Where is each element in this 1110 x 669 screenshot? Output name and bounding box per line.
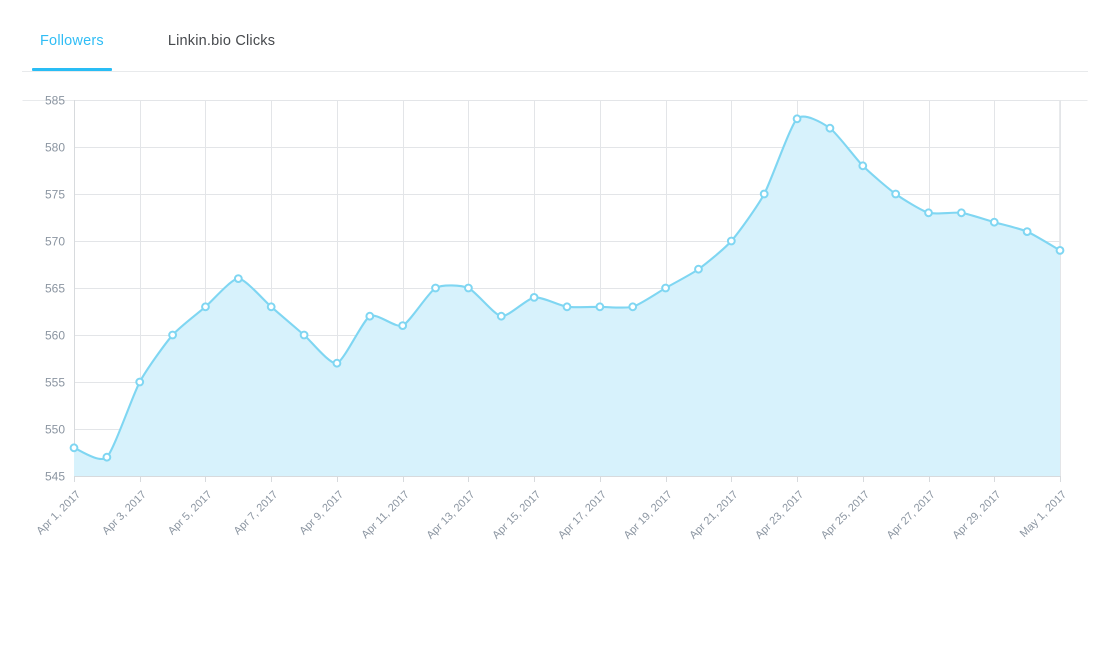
data-point-marker[interactable]	[135, 377, 145, 387]
data-point-marker[interactable]	[299, 330, 309, 340]
x-axis-tick-label: Apr 29, 2017	[950, 489, 1003, 542]
x-axis-tick-label: Apr 19, 2017	[622, 489, 675, 542]
data-point-marker[interactable]	[431, 283, 440, 293]
tab-followers-label: Followers	[40, 33, 104, 49]
tab-linkinbio-clicks-label: Linkin.bio Clicks	[167, 33, 276, 49]
tab-linkinbio-clicks[interactable]: Linkin.bio Clicks	[150, 18, 293, 71]
data-point-marker[interactable]	[957, 208, 966, 218]
data-point-marker[interactable]	[464, 283, 473, 293]
x-axis-tick-label: Apr 9, 2017	[297, 489, 346, 538]
data-point-marker[interactable]	[496, 311, 506, 321]
tab-spacer	[122, 18, 150, 19]
data-point-marker[interactable]	[233, 274, 243, 284]
data-point-marker[interactable]	[759, 189, 769, 199]
x-axis-tick-label: Apr 13, 2017	[424, 489, 477, 542]
y-axis-tick-label: 575	[45, 188, 65, 202]
followers-chart-page: Followers Linkin.bio Clicks 545 550 555 560…	[0, 0, 1110, 669]
chart-tab-bar: Followers Linkin.bio Clicks	[22, 18, 1088, 72]
data-point-marker[interactable]	[201, 302, 210, 312]
followers-area-chart[interactable]: 545 550 555 560 565 570 575 580 585 Apr 1, 2017 Ap…	[22, 86, 1088, 556]
data-point-marker[interactable]	[102, 452, 112, 462]
data-point-marker[interactable]	[1055, 246, 1065, 255]
tab-followers[interactable]: Followers	[22, 18, 122, 71]
data-point-marker[interactable]	[1022, 227, 1032, 237]
data-point-marker[interactable]	[825, 123, 835, 133]
data-point-marker[interactable]	[562, 302, 572, 312]
y-axis-tick-label: 580	[45, 141, 65, 155]
data-point-marker[interactable]	[858, 161, 868, 171]
y-axis-tick-label: 545	[45, 470, 65, 484]
y-axis-tick-label: 570	[45, 235, 65, 249]
data-point-marker[interactable]	[924, 208, 933, 218]
data-point-marker[interactable]	[332, 358, 342, 368]
chart-canvas: 545 550 555 560 565 570 575 580 585 Apr 1, 2017 Ap…	[22, 94, 1088, 542]
data-point-marker[interactable]	[792, 114, 802, 124]
x-axis-tick-label: Apr 1, 2017	[34, 489, 83, 538]
y-axis-tick-label: 550	[45, 423, 65, 437]
y-axis-tick-label: 560	[45, 329, 65, 343]
x-axis-tick-label: Apr 23, 2017	[753, 489, 806, 542]
x-axis-tick-label: Apr 3, 2017	[100, 489, 149, 538]
x-axis-tick-label: Apr 7, 2017	[232, 489, 281, 538]
x-axis-tick-label: Apr 11, 2017	[359, 489, 411, 541]
data-point-marker[interactable]	[595, 302, 605, 312]
data-point-marker[interactable]	[266, 302, 276, 312]
y-axis-tick-label: 555	[45, 376, 65, 390]
x-axis-tick-label: Apr 25, 2017	[819, 489, 872, 542]
data-point-marker[interactable]	[69, 443, 79, 453]
data-point-marker[interactable]	[398, 321, 408, 331]
data-point-marker[interactable]	[694, 264, 703, 274]
x-axis-tick-label: May 1, 2017	[1018, 489, 1069, 540]
x-axis-tick-label: Apr 17, 2017	[556, 489, 609, 542]
x-axis-tick-label: Apr 15, 2017	[490, 489, 543, 542]
x-axis-tick-label: Apr 27, 2017	[885, 489, 938, 542]
x-axis-tick-label: Apr 21, 2017	[687, 489, 740, 542]
x-axis-tick-label: Apr 5, 2017	[166, 489, 215, 538]
data-point-marker[interactable]	[365, 311, 375, 321]
data-point-marker[interactable]	[989, 217, 999, 227]
data-point-marker[interactable]	[529, 293, 539, 302]
data-point-marker[interactable]	[726, 236, 736, 246]
data-point-marker[interactable]	[168, 330, 178, 340]
data-point-marker[interactable]	[891, 189, 901, 199]
data-point-marker[interactable]	[628, 302, 638, 312]
y-axis-tick-label: 565	[45, 282, 65, 296]
y-axis-tick-label: 585	[45, 94, 65, 108]
data-point-marker[interactable]	[661, 283, 670, 293]
